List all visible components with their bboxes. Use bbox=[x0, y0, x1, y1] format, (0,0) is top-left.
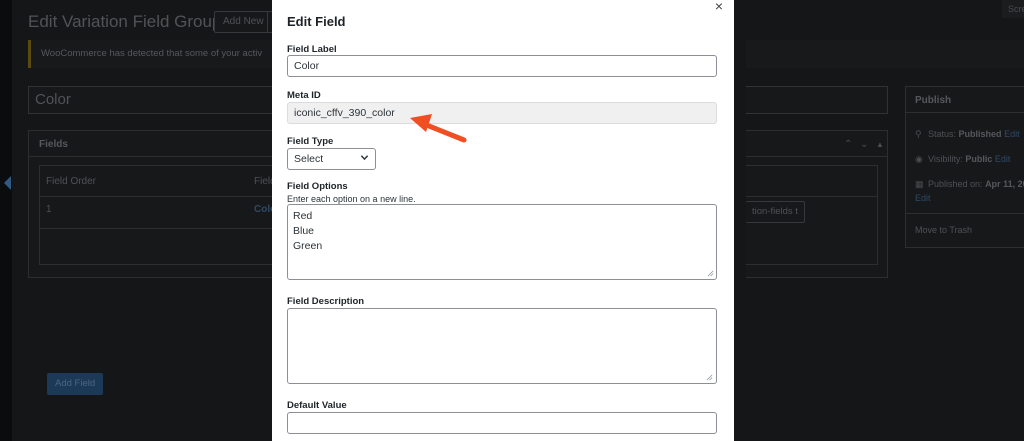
fields-metabox-head-right: ⌃ ⌄ ▲ bbox=[746, 131, 887, 157]
fields-metabox-right: ⌃ ⌄ ▲ tion-fields t bbox=[746, 130, 888, 278]
field-description-label: Field Description bbox=[287, 296, 365, 307]
table-row-order: 1 bbox=[46, 204, 52, 215]
add-new-button: Add New bbox=[214, 11, 273, 33]
fields-metabox-title: Fields bbox=[29, 131, 283, 157]
default-value-label: Default Value bbox=[287, 400, 347, 411]
move-to-trash-link: Move to Trash bbox=[915, 225, 973, 235]
field-options-textarea[interactable]: Red Blue Green bbox=[287, 204, 717, 280]
field-label-label: Field Label bbox=[287, 44, 337, 55]
field-options-label: Field Options bbox=[287, 181, 348, 192]
resize-grip-icon[interactable] bbox=[707, 270, 714, 277]
option-line: Red bbox=[293, 210, 313, 222]
publish-divider bbox=[906, 213, 1024, 214]
annotation-arrow-icon bbox=[410, 114, 467, 143]
publish-status: ⚲ Status: Published Edit bbox=[915, 129, 1020, 139]
field-options-help: Enter each option on a new line. bbox=[287, 194, 416, 204]
edit-field-modal: × Edit Field Field Label Color Meta ID i… bbox=[272, 0, 734, 441]
sidebar-collapse-notch bbox=[4, 176, 11, 190]
toggle-triangle-icon: ▲ bbox=[876, 140, 884, 149]
add-field-button: Add Field bbox=[47, 373, 104, 395]
screen-options-tab: Scre bbox=[1002, 0, 1024, 18]
publish-title: Publish bbox=[906, 87, 1024, 113]
calendar-icon: ▦ bbox=[915, 179, 924, 189]
table-divider bbox=[746, 196, 878, 197]
chevron-down-icon: ⌄ bbox=[860, 139, 869, 150]
pin-icon: ⚲ bbox=[915, 129, 922, 139]
default-value-input[interactable] bbox=[287, 412, 717, 434]
field-label-input[interactable]: Color bbox=[287, 55, 717, 77]
group-title-field-right bbox=[746, 86, 888, 114]
eye-icon: ◉ bbox=[915, 154, 923, 164]
notice-right-part bbox=[746, 40, 1024, 68]
field-type-select[interactable]: Select bbox=[287, 148, 376, 170]
fields-metabox: Fields Field Order Field 1 Colo Add Fiel… bbox=[28, 130, 286, 395]
meta-id-label: Meta ID bbox=[287, 90, 321, 101]
fields-table: Field Order Field 1 Colo bbox=[39, 165, 286, 265]
chevron-up-icon: ⌃ bbox=[844, 139, 853, 150]
table-divider bbox=[40, 228, 286, 229]
page-title: Edit Variation Field Group bbox=[28, 12, 222, 31]
chevron-down-icon bbox=[360, 155, 369, 161]
option-line: Green bbox=[293, 240, 323, 252]
option-line: Blue bbox=[293, 225, 315, 237]
field-type-label: Field Type bbox=[287, 136, 334, 147]
publish-metabox: Publish ⚲ Status: Published Edit ◉ Visibil… bbox=[905, 86, 1024, 248]
admin-sidebar bbox=[0, 0, 12, 441]
table-divider bbox=[40, 196, 286, 197]
close-icon[interactable]: × bbox=[712, 0, 726, 14]
field-description-textarea[interactable] bbox=[287, 308, 717, 384]
modal-title: Edit Field bbox=[287, 14, 346, 29]
resize-grip-icon[interactable] bbox=[706, 374, 713, 381]
column-header-field-order: Field Order bbox=[46, 176, 97, 187]
group-title-field: Color bbox=[28, 86, 284, 114]
woocommerce-notice: WooCommerce has detected that some of yo… bbox=[28, 40, 278, 68]
field-type-selected: Select bbox=[294, 153, 324, 165]
meta-id-input[interactable]: iconic_cffv_390_color bbox=[287, 102, 717, 124]
option-fields-button: tion-fields t bbox=[746, 201, 805, 223]
publish-date: ▦ Published on: Apr 11, 20 bbox=[915, 179, 1024, 189]
publish-visibility: ◉ Visibility: Public Edit bbox=[915, 154, 1011, 164]
publish-date-edit: Edit bbox=[915, 193, 931, 203]
